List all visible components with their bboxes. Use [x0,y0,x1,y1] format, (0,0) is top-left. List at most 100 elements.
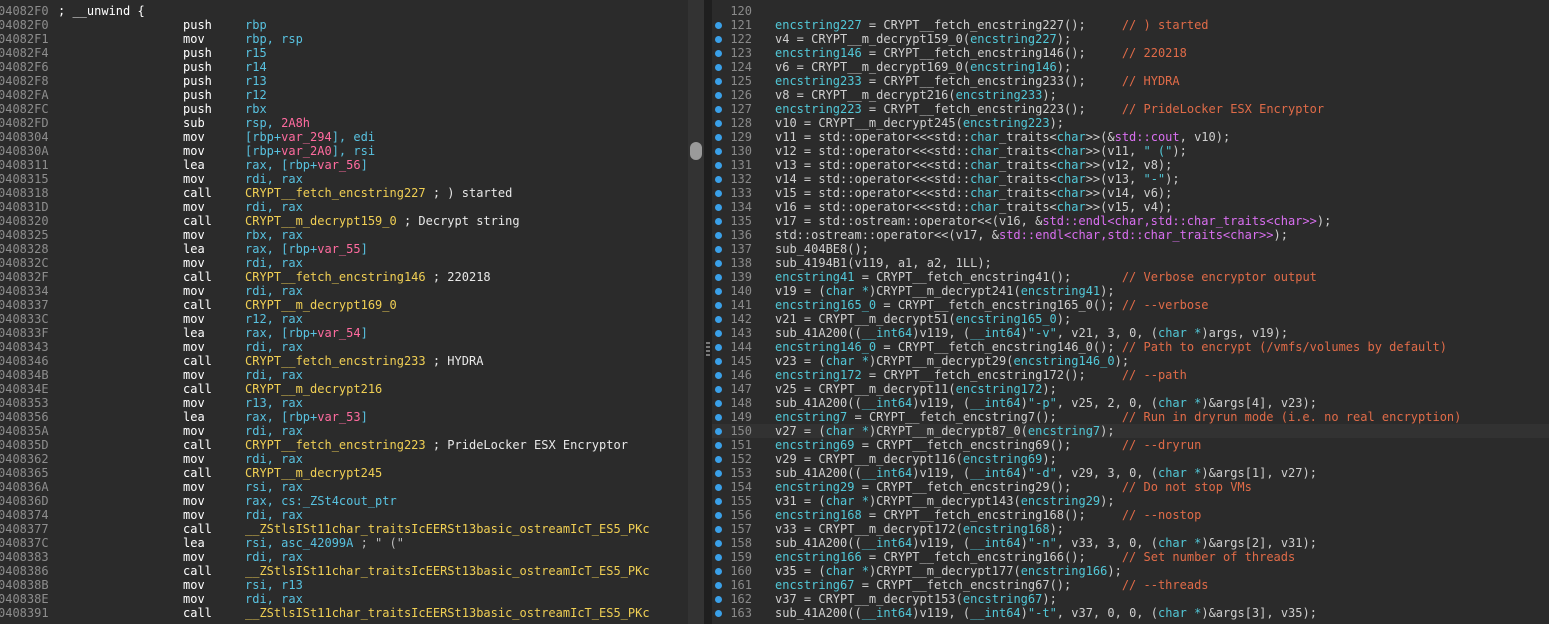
instruction-operands[interactable]: rdi, rax [245,508,303,522]
pseudocode-line[interactable]: 162 v37 = CRYPT__m_decrypt153(encstring67… [712,592,1549,606]
function-name[interactable]: CRYPT__fetch_encstring146_0 [898,340,1093,354]
code-content[interactable]: std::ostream::operator<<(v17, &std::endl… [775,228,1288,242]
call-target[interactable]: CRYPT__fetch_encstring146 [245,270,426,284]
local-variable[interactable]: encstring41 [775,270,854,284]
type-keyword[interactable]: char * [1158,396,1201,410]
local-variable[interactable]: encstring223 [775,102,862,116]
pseudocode-line[interactable]: 121 encstring227 = CRYPT__fetch_encstring… [712,18,1549,32]
pseudocode-line[interactable]: 136 std::ostream::operator<<(v17, &std::e… [712,228,1549,242]
instruction-address[interactable]: 040838E [0,592,49,606]
local-variable[interactable]: encstring146 [970,60,1057,74]
function-name[interactable]: CRYPT__m_decrypt245 [818,116,955,130]
pseudocode-line[interactable]: 143 sub_41A200((__int64)v119, (__int64)"-… [712,326,1549,340]
instruction-operands[interactable]: CRYPT__fetch_encstring146 ; 220218 [245,270,491,284]
instruction-operands[interactable]: rdi, rax [245,424,303,438]
instruction-address[interactable]: 04082FA [0,88,49,102]
pseudocode-line[interactable]: 127 encstring223 = CRYPT__fetch_encstring… [712,102,1549,116]
instruction-operands[interactable]: r13 [245,74,267,88]
type-keyword[interactable]: __int64 [970,326,1021,340]
instruction-operands[interactable]: CRYPT__m_decrypt216 [245,382,382,396]
function-name[interactable]: CRYPT__fetch_encstring67 [876,578,1049,592]
local-variable[interactable]: encstring7 [1028,424,1100,438]
local-variable[interactable]: encstring29 [775,480,854,494]
instruction-operands[interactable]: rsi, rax [245,480,303,494]
local-variable[interactable]: encstring165_0 [775,298,876,312]
code-content[interactable]: v23 = (char *)CRYPT__m_decrypt29(encstri… [775,354,1129,368]
local-variable[interactable]: encstring168 [775,508,862,522]
pseudocode-line[interactable]: 126 v8 = CRYPT__m_decrypt216(encstring233… [712,88,1549,102]
code-content[interactable]: v12 = std::operator<<<std::char_traits<c… [775,144,1187,158]
instruction-operands[interactable]: rdi, rax [245,340,303,354]
instruction-operands[interactable]: rax, [rbp+var_55] [245,242,368,256]
code-content[interactable]: encstring67 = CRYPT__fetch_encstring67()… [775,578,1209,592]
instruction-operands[interactable]: rsi, r13 [245,578,303,592]
type-keyword[interactable]: __int64 [970,606,1021,620]
instruction-operands[interactable]: r14 [245,60,267,74]
function-name[interactable]: CRYPT__fetch_encstring7 [869,410,1035,424]
function-name[interactable]: CRYPT__m_decrypt153 [818,592,955,606]
pseudocode-line[interactable]: 120 [712,4,1549,18]
code-content[interactable]: encstring172 = CRYPT__fetch_encstring172… [775,368,1187,382]
code-content[interactable]: v17 = std::ostream::operator<<(v16, &std… [775,214,1331,228]
function-name[interactable]: CRYPT__fetch_encstring227 [883,18,1064,32]
call-target[interactable]: CRYPT__fetch_encstring227 [245,186,426,200]
local-variable[interactable]: encstring168 [963,522,1050,536]
instruction-address[interactable]: 040830A [0,144,49,158]
code-content[interactable]: v21 = CRYPT__m_decrypt51(encstring165_0)… [775,312,1071,326]
pseudocode-line[interactable]: 163 sub_41A200((__int64)v119, (__int64)"-… [712,606,1549,620]
pseudocode-line[interactable]: 155 v31 = (char *)CRYPT__m_decrypt143(enc… [712,494,1549,508]
code-content[interactable]: v8 = CRYPT__m_decrypt216(encstring233); [775,88,1057,102]
pseudocode-line[interactable]: 140 v19 = (char *)CRYPT__m_decrypt241(enc… [712,284,1549,298]
type-keyword[interactable]: char [970,158,999,172]
instruction-operands[interactable]: rdi, rax [245,452,303,466]
type-keyword[interactable]: char * [826,564,869,578]
string-literal[interactable]: "-d" [1028,466,1057,480]
code-content[interactable]: encstring227 = CRYPT__fetch_encstring227… [775,18,1209,32]
type-keyword[interactable]: char [970,200,999,214]
code-content[interactable]: encstring41 = CRYPT__fetch_encstring41()… [775,270,1317,284]
local-variable[interactable]: encstring165_0 [956,312,1057,326]
pseudocode-line[interactable]: 161 encstring67 = CRYPT__fetch_encstring6… [712,578,1549,592]
code-content[interactable]: v19 = (char *)CRYPT__m_decrypt241(encstr… [775,284,1115,298]
code-content[interactable]: sub_41A200((__int64)v119, (__int64)"-n",… [775,536,1317,550]
instruction-address[interactable]: 0408383 [0,550,49,564]
instruction-address[interactable]: 04082F0 [0,4,49,18]
instruction-address[interactable]: 04082FC [0,102,49,116]
pseudocode-line[interactable]: 129 v11 = std::operator<<<std::char_trait… [712,130,1549,144]
code-content[interactable]: v31 = (char *)CRYPT__m_decrypt143(encstr… [775,494,1115,508]
function-name[interactable]: CRYPT__fetch_encstring41 [876,270,1049,284]
pseudocode-line[interactable]: 130 v12 = std::operator<<<std::char_trait… [712,144,1549,158]
instruction-operands[interactable]: rbx, rax [245,228,303,242]
function-name[interactable]: CRYPT__fetch_encstring168 [883,508,1064,522]
type-keyword[interactable]: __int64 [862,466,913,480]
code-content[interactable]: v11 = std::operator<<<std::char_traits<c… [775,130,1230,144]
code-content[interactable]: encstring146 = CRYPT__fetch_encstring146… [775,46,1187,60]
instruction-operands[interactable]: rbp, rsp [245,32,303,46]
code-content[interactable]: encstring7 = CRYPT__fetch_encstring7(); … [775,410,1461,424]
instruction-address[interactable]: 0408391 [0,606,49,620]
function-name[interactable]: CRYPT__m_decrypt51 [818,312,948,326]
stack-variable[interactable]: var_53 [317,410,360,424]
pseudocode-line[interactable]: 142 v21 = CRYPT__m_decrypt51(encstring165… [712,312,1549,326]
code-content[interactable]: sub_404BE8(); [775,242,869,256]
pseudocode-line[interactable]: 131 v13 = std::operator<<<std::char_trait… [712,158,1549,172]
local-variable[interactable]: encstring233 [775,74,862,88]
pseudocode-line[interactable]: 128 v10 = CRYPT__m_decrypt245(encstring22… [712,116,1549,130]
instruction-address[interactable]: 040833C [0,312,49,326]
type-keyword[interactable]: char * [826,354,869,368]
disassembly-scrollbar[interactable] [688,0,704,624]
type-keyword[interactable]: __int64 [970,466,1021,480]
code-content[interactable]: encstring29 = CRYPT__fetch_encstring29()… [775,480,1252,494]
instruction-operands[interactable]: rax, [rbp+var_56] [245,158,368,172]
call-target[interactable]: __ZStlsISt11char_traitsIcEERSt13basic_os… [245,564,650,578]
instruction-address[interactable]: 040836D [0,494,49,508]
type-keyword[interactable]: char * [826,284,869,298]
pseudocode-line[interactable]: 124 v6 = CRYPT__m_decrypt169_0(encstring1… [712,60,1549,74]
pseudocode-line[interactable]: 159 encstring166 = CRYPT__fetch_encstring… [712,550,1549,564]
local-variable[interactable]: encstring227 [775,18,862,32]
type-keyword[interactable]: __int64 [862,536,913,550]
local-variable[interactable]: encstring67 [775,578,854,592]
string-literal[interactable]: "-" [1143,172,1165,186]
string-literal[interactable]: "-n" [1028,536,1057,550]
instruction-operands[interactable]: rdi, rax [245,592,303,606]
